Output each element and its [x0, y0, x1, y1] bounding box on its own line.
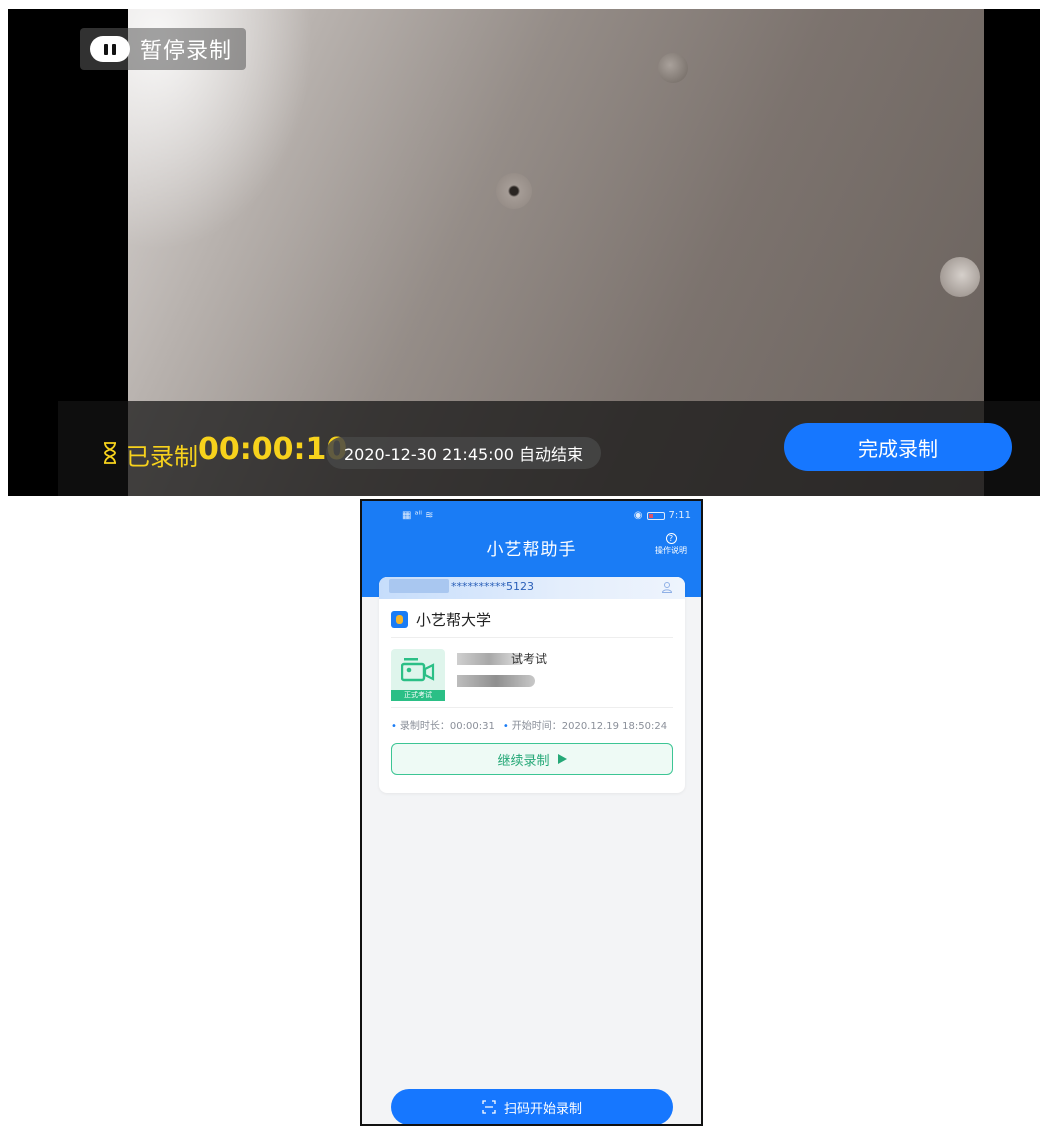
record-duration: • 录制时长：00:00:31: [391, 721, 495, 732]
help-button[interactable]: ? 操作说明: [655, 533, 687, 556]
auto-end-badge: 2020-12-30 21:45:00 自动结束: [326, 437, 602, 469]
user-icon[interactable]: [661, 581, 673, 593]
school-row: 小艺帮大学: [391, 609, 491, 630]
exam-subtitle-blur: [457, 675, 535, 687]
school-logo-icon: [391, 611, 408, 628]
ceiling-fixture: [658, 53, 688, 83]
divider: [391, 707, 673, 708]
finish-recording-button[interactable]: 完成录制: [784, 423, 1012, 471]
exam-thumbnail: 正式考试: [391, 649, 445, 701]
bullet-icon: •: [502, 721, 509, 732]
question-icon: ?: [665, 533, 677, 544]
bullet-icon: •: [391, 721, 397, 732]
help-label: 操作说明: [655, 546, 687, 555]
phone-screen: ▦ ᵃˡˡ ≋ ◉ 7:11 小艺帮助手 ? 操作说明 **********51…: [360, 499, 703, 1126]
continue-recording-button[interactable]: 继续录制: [391, 743, 673, 775]
hourglass-icon: [104, 442, 116, 464]
eye-icon: ◉: [633, 510, 643, 521]
account-bar: **********5123: [379, 577, 685, 599]
scan-label: 扫码开始录制: [503, 1101, 582, 1117]
recording-info-row: • 录制时长：00:00:31 • 开始时间：2020.12.19 18:50:24: [391, 717, 667, 732]
scan-icon: [482, 1100, 496, 1114]
pause-label: 暂停录制: [140, 39, 233, 64]
recorded-time: 00:00:10: [198, 432, 348, 467]
scan-to-record-button[interactable]: 扫码开始录制: [391, 1089, 673, 1124]
app-title: 小艺帮助手: [486, 540, 577, 560]
continue-label: 继续录制: [497, 753, 550, 769]
exam-card: **********5123 小艺帮大学 正式考试 试考试 • 录制时长：00:…: [379, 577, 685, 793]
pause-icon: [90, 36, 130, 62]
status-time: 7:11: [668, 510, 691, 521]
account-number: **********5123: [451, 580, 534, 593]
signal-icon: ▦ ᵃˡˡ ≋: [402, 510, 434, 521]
video-camera-icon: [401, 658, 435, 682]
school-name: 小艺帮大学: [416, 611, 492, 629]
ceiling-fixture: [940, 257, 980, 297]
ceiling-fixture: [496, 173, 532, 209]
pause-recording-button[interactable]: 暂停录制: [80, 28, 247, 70]
status-bar-right: ◉ 7:11: [634, 510, 691, 521]
exam-title: 试考试: [511, 652, 548, 666]
exam-tag: 正式考试: [391, 690, 445, 701]
recording-status-bar: 已录制 00:00:10 2020-12-30 21:45:00 自动结束 完成…: [58, 401, 1040, 496]
play-icon: [557, 754, 567, 764]
battery-icon: [646, 511, 665, 520]
start-time: • 开始时间：2020.12.19 18:50:24: [502, 721, 668, 732]
recording-screen: 暂停录制 已录制 00:00:10 2020-12-30 21:45:00 自动…: [8, 9, 1040, 496]
recorded-label: 已录制: [126, 443, 198, 471]
divider: [391, 637, 673, 638]
masked-name-blur: [389, 579, 449, 593]
